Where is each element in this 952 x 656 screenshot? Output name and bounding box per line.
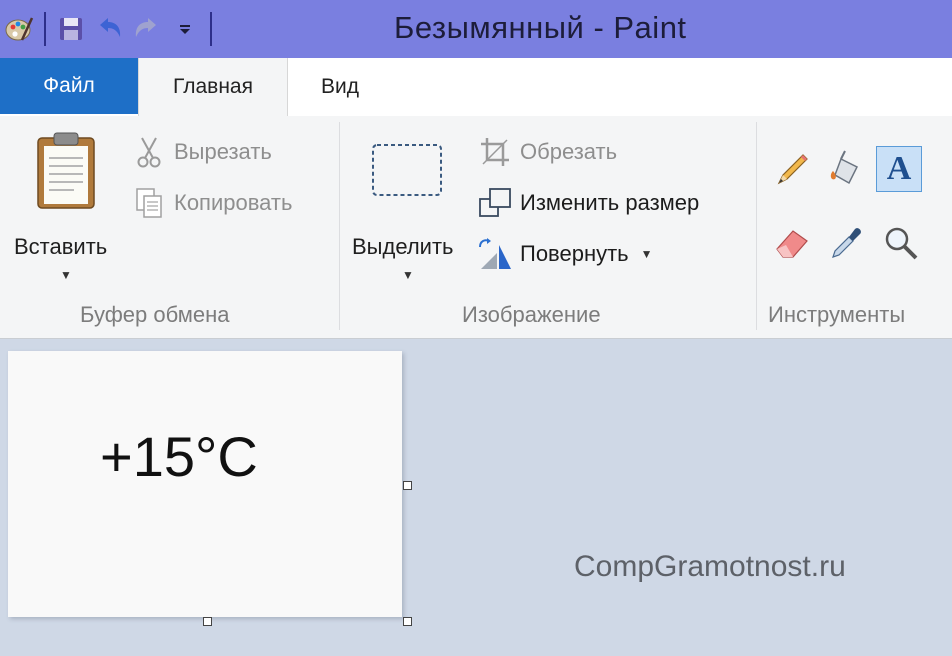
window-title: Безымянный - Paint	[394, 10, 687, 45]
resize-handle-right[interactable]	[403, 481, 412, 490]
resize-handle-bottom[interactable]	[203, 617, 212, 626]
ribbon-home: Вставить ▼ Вырезать Копировать Буфер обм	[0, 116, 952, 339]
eraser-icon[interactable]	[770, 220, 816, 266]
watermark: CompGramotnost.ru	[574, 550, 846, 583]
quick-access-toolbar	[0, 0, 218, 58]
select-label: Выделить	[352, 234, 454, 259]
paint-palette-icon[interactable]	[0, 9, 38, 49]
group-label-clipboard: Буфер обмена	[80, 302, 230, 327]
pencil-icon[interactable]	[770, 146, 816, 192]
crop-button[interactable]: Обрезать	[476, 132, 617, 172]
paste-button[interactable]: Вставить ▼	[8, 126, 124, 286]
tab-file[interactable]: Файл	[0, 58, 138, 114]
text-tool-icon[interactable]: A	[876, 146, 922, 192]
crop-label: Обрезать	[520, 139, 618, 164]
qat-separator	[210, 12, 212, 46]
canvas-text: +15°C	[100, 425, 258, 488]
chevron-down-icon: ▼	[402, 268, 414, 282]
rotate-button[interactable]: Повернуть ▼	[476, 234, 653, 274]
rotate-label: Повернуть	[520, 241, 629, 266]
scissors-icon	[130, 133, 168, 171]
chevron-down-icon: ▼	[640, 247, 653, 261]
rotate-icon	[476, 235, 514, 273]
group-separator	[756, 122, 757, 330]
chevron-down-icon: ▼	[60, 268, 72, 282]
save-icon[interactable]	[52, 9, 90, 49]
qat-separator	[44, 12, 46, 46]
clipboard-icon	[34, 132, 98, 215]
copy-icon	[130, 184, 168, 222]
redo-icon[interactable]	[128, 9, 166, 49]
group-label-tools: Инструменты	[768, 302, 906, 327]
cut-label: Вырезать	[174, 139, 272, 164]
copy-label: Копировать	[174, 190, 293, 215]
group-separator	[339, 122, 340, 330]
select-button[interactable]: Выделить ▼	[346, 126, 470, 286]
selection-rectangle-icon	[370, 142, 444, 203]
resize-label: Изменить размер	[520, 190, 700, 215]
resize-handle-corner[interactable]	[403, 617, 412, 626]
title-bar: Безымянный - Paint	[0, 0, 952, 58]
resize-icon	[476, 184, 514, 222]
fill-bucket-icon[interactable]	[824, 146, 870, 192]
text-tool-glyph: A	[886, 150, 912, 187]
ribbon-tabs: Файл Главная Вид	[0, 58, 952, 117]
tab-view[interactable]: Вид	[300, 58, 380, 116]
undo-icon[interactable]	[90, 9, 128, 49]
tab-home[interactable]: Главная	[138, 58, 288, 116]
group-label-image: Изображение	[462, 302, 601, 327]
resize-button[interactable]: Изменить размер	[476, 183, 699, 223]
color-picker-icon[interactable]	[824, 220, 870, 266]
paste-label: Вставить	[14, 234, 108, 259]
customize-dropdown-icon[interactable]	[166, 9, 204, 49]
copy-button[interactable]: Копировать	[130, 183, 292, 223]
cut-button[interactable]: Вырезать	[130, 132, 272, 172]
crop-icon	[476, 133, 514, 171]
magnifier-icon[interactable]	[878, 220, 924, 266]
